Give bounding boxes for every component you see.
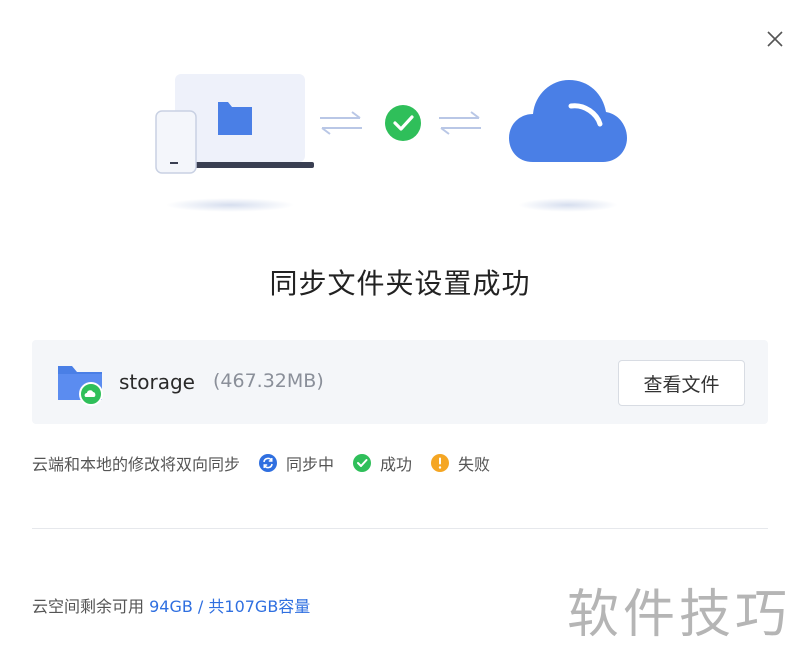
folder-cloud-icon <box>58 366 103 406</box>
legend-failed: 失败 <box>430 451 490 475</box>
laptop-folder-icon <box>155 74 314 174</box>
syncing-icon <box>259 454 278 472</box>
check-circle-icon <box>385 105 421 141</box>
folder-name: storage <box>119 370 195 394</box>
sync-success-dialog: 同步文件夹设置成功 storage (467.32MB) 查看文件 云端和本地的… <box>0 0 800 663</box>
storage-prefix: 云空间剩余可用 <box>32 597 150 616</box>
divider <box>32 528 768 529</box>
legend-syncing: 同步中 <box>258 451 334 475</box>
view-files-button[interactable]: 查看文件 <box>618 360 745 406</box>
sync-illustration <box>0 0 800 230</box>
storage-free: 94GB <box>149 597 193 616</box>
cloud-icon <box>509 80 627 162</box>
legend-label: 成功 <box>380 455 413 474</box>
legend-label: 同步中 <box>286 455 335 474</box>
storage-total: 共107GB容量 <box>208 597 311 616</box>
sync-note: 云端和本地的修改将双向同步 <box>32 455 241 474</box>
watermark: 软件技巧 <box>567 585 792 645</box>
success-icon <box>353 454 372 472</box>
sync-legend: 云端和本地的修改将双向同步 同步中 成功 失败 <box>32 450 490 476</box>
cloud-shadow <box>518 198 618 212</box>
storage-sep: / <box>192 597 209 616</box>
sync-arrows-icon-right <box>439 111 481 135</box>
legend-label: 失败 <box>458 455 491 474</box>
laptop-shadow <box>165 198 295 212</box>
dialog-title: 同步文件夹设置成功 <box>269 267 531 300</box>
synced-folder-card: storage (467.32MB) 查看文件 <box>32 340 768 424</box>
legend-success: 成功 <box>352 451 412 475</box>
folder-size: (467.32MB) <box>213 370 324 392</box>
sync-arrows-icon <box>320 111 362 135</box>
warning-icon <box>431 454 450 472</box>
storage-info: 云空间剩余可用 94GB / 共107GB容量 <box>32 593 310 617</box>
